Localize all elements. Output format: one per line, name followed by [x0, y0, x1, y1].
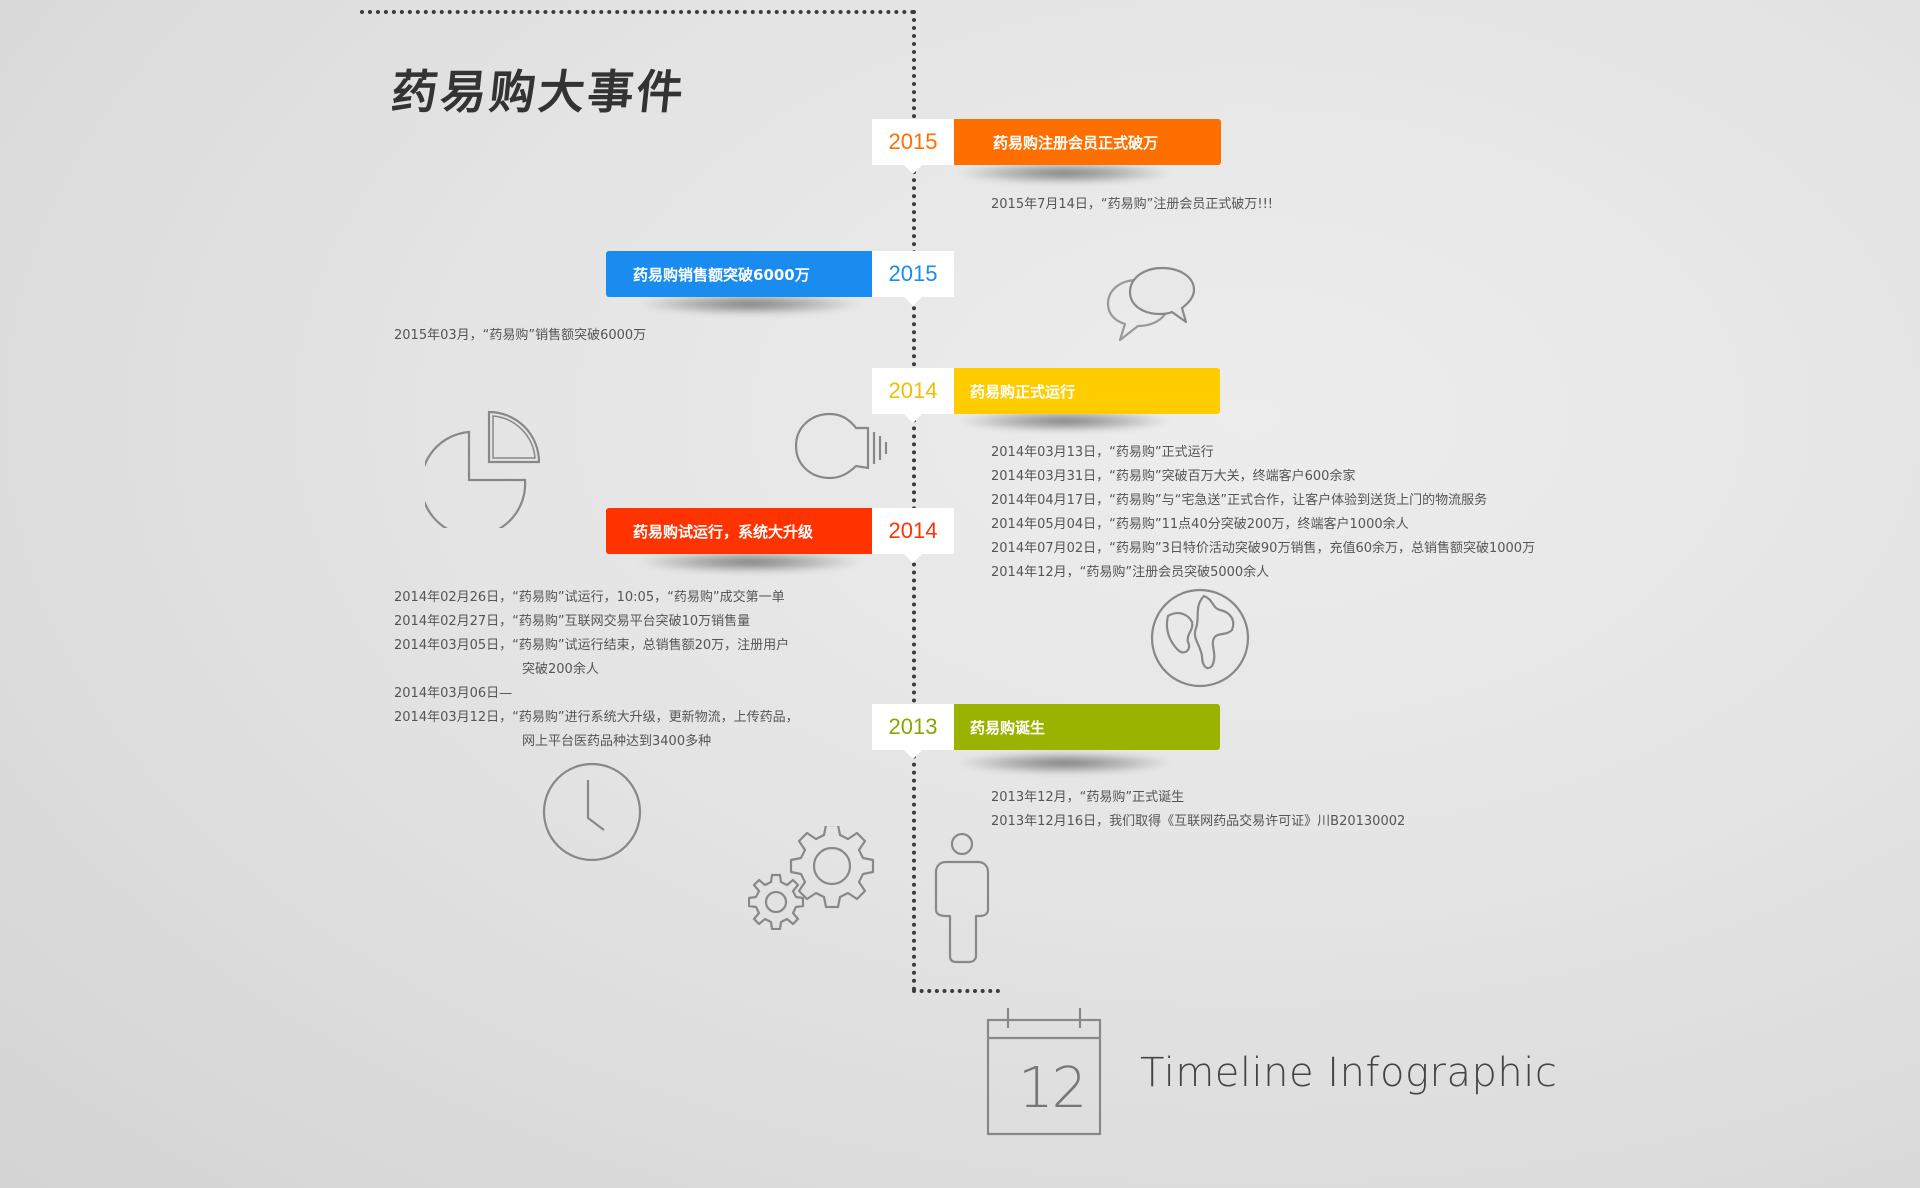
detail-line: 2014年03月31日，“药易购”突破百万大关，终端客户600余家 [991, 469, 1356, 484]
event-ribbon: 2014 药易购正式运行 [872, 368, 1220, 423]
detail-line: 2014年03月12日，“药易购”进行系统大升级，更新物流，上传药品， [394, 710, 799, 725]
event-details: 2013年12月，“药易购”正式诞生 2013年12月16日，我们取得《互联网药… [991, 786, 1405, 834]
detail-line: 2013年12月，“药易购”正式诞生 [991, 790, 1185, 805]
event-year: 2014 [872, 508, 954, 563]
detail-line: 2014年07月02日，“药易购”3日特价活动突破90万销售，充值60余万，总销… [991, 541, 1536, 556]
top-dotted-line [360, 10, 915, 14]
globe-icon [1148, 586, 1252, 690]
ribbon-shadow [960, 752, 1170, 774]
detail-line: 2014年04月17日，“药易购”与“宅急送”正式合作，让客户体验到送货上门的物… [991, 493, 1488, 508]
event-year: 2013 [872, 704, 954, 759]
detail-line: 2014年03月13日，“药易购”正式运行 [991, 445, 1214, 460]
clock-icon [540, 760, 644, 864]
calendar-icon: 12 [986, 1006, 1102, 1136]
detail-line: 2014年03月05日，“药易购”试运行结束，总销售额20万，注册用户 [394, 638, 790, 653]
event-year: 2014 [872, 368, 954, 423]
detail-line: 2014年03月06日— [394, 686, 513, 701]
ribbon-shadow [640, 551, 860, 573]
detail-line: 2014年02月27日，“药易购”互联网交易平台突破10万销售量 [394, 614, 751, 629]
event-details: 2014年02月26日，“药易购”试运行，10:05，“药易购”成交第一单 20… [394, 586, 799, 754]
event-label: 药易购诞生 [954, 704, 1220, 750]
event-label: 药易购销售额突破6000万 [606, 251, 872, 297]
event-label: 药易购注册会员正式破万 [954, 119, 1221, 165]
calendar-number: 12 [1018, 1056, 1087, 1121]
event-year: 2015 [872, 251, 954, 306]
page-title: 药易购大事件 [388, 65, 689, 119]
detail-line: 2014年05月04日，“药易购”11点40分突破200万，终端客户1000余人 [991, 517, 1409, 532]
detail-line: 2015年7月14日，“药易购”注册会员正式破万!!! [991, 197, 1274, 212]
event-label: 药易购试运行，系统大升级 [606, 508, 872, 554]
chat-bubbles-icon [1090, 262, 1200, 346]
event-details: 2014年03月13日，“药易购”正式运行 2014年03月31日，“药易购”突… [991, 441, 1535, 585]
gears-icon [748, 826, 878, 930]
lightbulb-icon [790, 410, 900, 490]
event-ribbon: 药易购试运行，系统大升级 2014 [606, 508, 954, 563]
bottom-dotted-line [912, 989, 1000, 993]
event-year: 2015 [872, 119, 954, 174]
event-ribbon: 药易购销售额突破6000万 2015 [606, 251, 954, 306]
ribbon-shadow [960, 162, 1170, 184]
detail-line: 2015年03月，“药易购”销售额突破6000万 [394, 328, 647, 343]
pie-chart-icon [425, 408, 545, 528]
detail-line: 2014年02月26日，“药易购”试运行，10:05，“药易购”成交第一单 [394, 590, 785, 605]
person-icon [932, 830, 992, 964]
event-details: 2015年7月14日，“药易购”注册会员正式破万!!! [991, 193, 1273, 217]
detail-line: 2013年12月16日，我们取得《互联网药品交易许可证》川B20130002 [991, 814, 1406, 829]
event-label: 药易购正式运行 [954, 368, 1220, 414]
detail-line: 网上平台医药品种达到3400多种 [522, 734, 712, 749]
detail-line: 突破200余人 [522, 662, 599, 677]
event-details: 2015年03月，“药易购”销售额突破6000万 [394, 324, 646, 348]
detail-line: 2014年12月，“药易购”注册会员突破5000余人 [991, 565, 1270, 580]
event-ribbon: 2015 药易购注册会员正式破万 [872, 119, 1221, 174]
event-ribbon: 2013 药易购诞生 [872, 704, 1220, 759]
brand-text: Timeline Infographic [1140, 1050, 1558, 1096]
